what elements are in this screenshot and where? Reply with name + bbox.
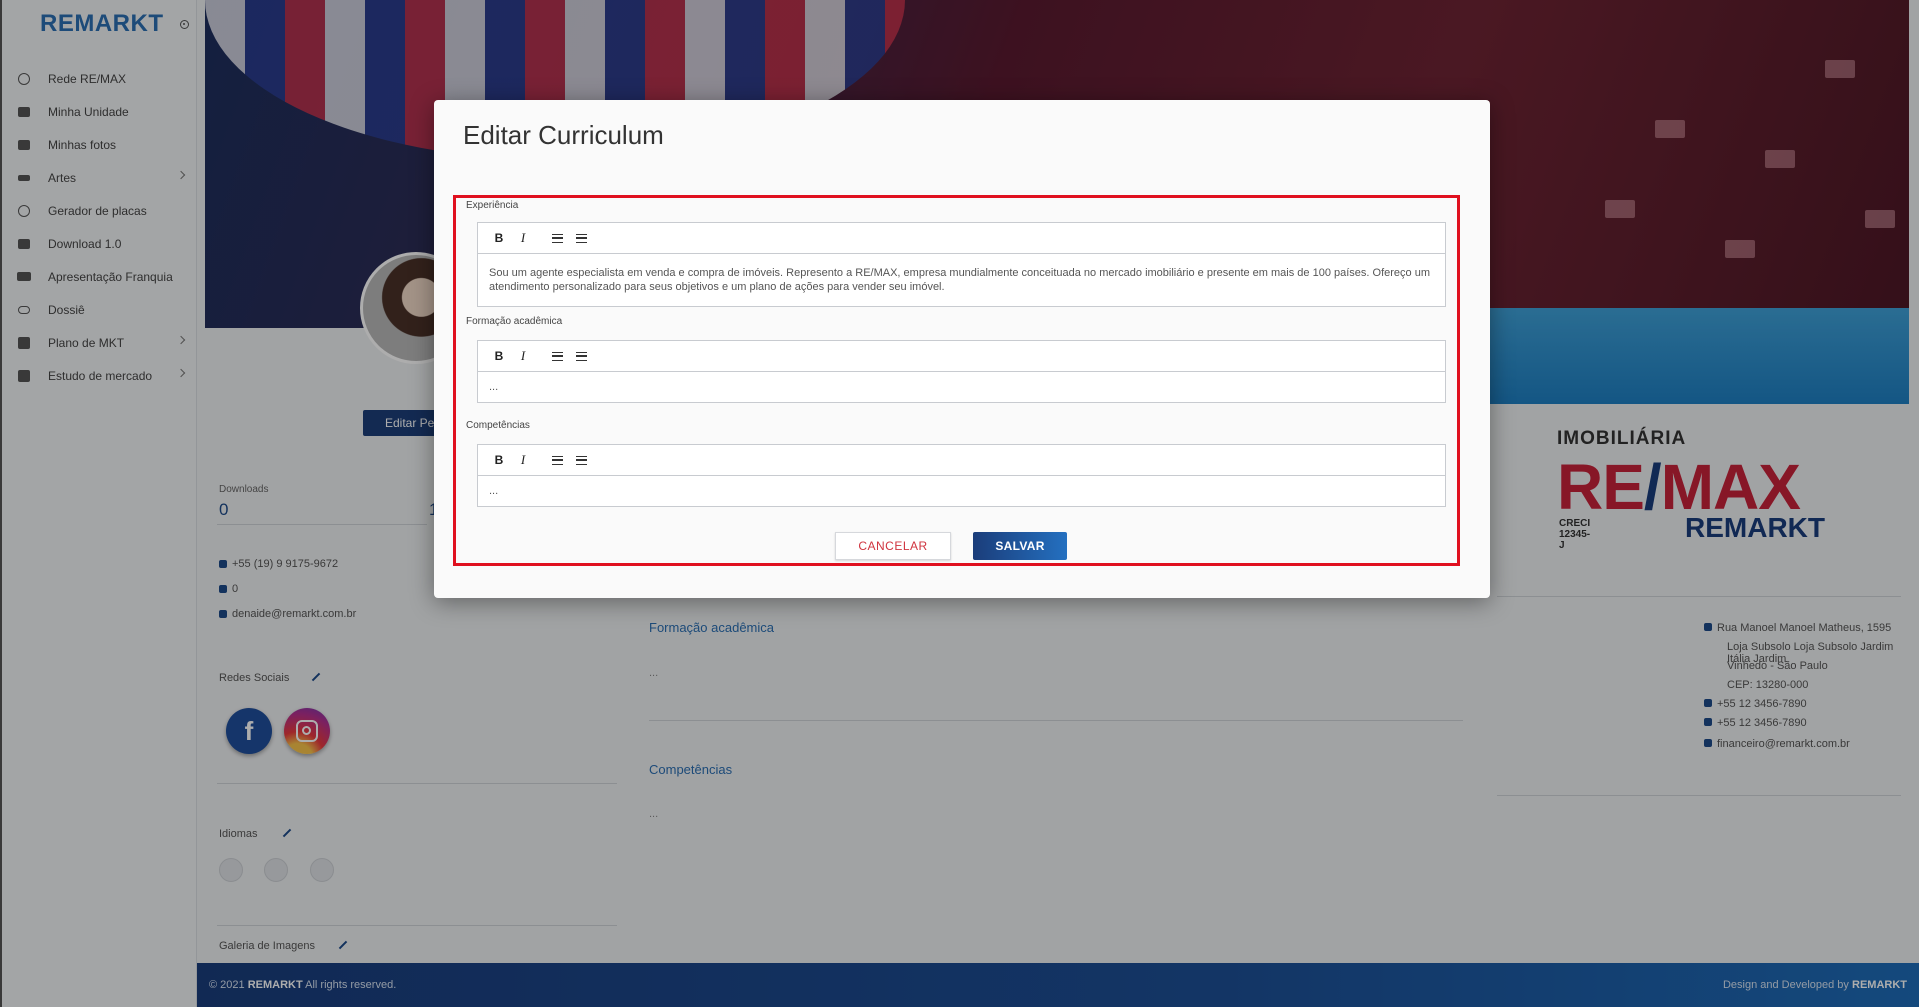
italic-button[interactable]: I (513, 450, 533, 470)
italic-button[interactable]: I (513, 346, 533, 366)
ordered-list-button[interactable] (547, 450, 567, 470)
ordered-list-button[interactable] (547, 228, 567, 248)
competencias-input[interactable]: ... (478, 476, 1445, 506)
bullet-list-icon (575, 455, 587, 465)
edit-curriculum-modal: Editar Curriculum Experiência B I Sou um… (434, 100, 1490, 598)
bold-button[interactable]: B (489, 228, 509, 248)
competencias-label: Competências (466, 420, 530, 431)
bullet-list-icon (575, 233, 587, 243)
ordered-list-icon (551, 455, 563, 465)
experiencia-editor: B I Sou um agente especialista em venda … (477, 222, 1446, 307)
bullet-list-button[interactable] (571, 346, 591, 366)
bullet-list-icon (575, 351, 587, 361)
editor-toolbar: B I (478, 341, 1445, 372)
editor-toolbar: B I (478, 445, 1445, 476)
ordered-list-icon (551, 233, 563, 243)
cancel-button[interactable]: CANCELAR (835, 532, 951, 560)
competencias-editor: B I ... (477, 444, 1446, 507)
ordered-list-button[interactable] (547, 346, 567, 366)
ordered-list-icon (551, 351, 563, 361)
experiencia-label: Experiência (466, 200, 519, 211)
save-button[interactable]: SALVAR (973, 532, 1067, 560)
bold-button[interactable]: B (489, 346, 509, 366)
formacao-input[interactable]: ... (478, 372, 1445, 402)
bold-button[interactable]: B (489, 450, 509, 470)
modal-title: Editar Curriculum (463, 120, 664, 150)
experiencia-input[interactable]: Sou um agente especialista em venda e co… (478, 254, 1445, 306)
formacao-label: Formação acadêmica (466, 316, 563, 327)
italic-button[interactable]: I (513, 228, 533, 248)
formacao-editor: B I ... (477, 340, 1446, 403)
bullet-list-button[interactable] (571, 450, 591, 470)
editor-toolbar: B I (478, 223, 1445, 254)
bullet-list-button[interactable] (571, 228, 591, 248)
